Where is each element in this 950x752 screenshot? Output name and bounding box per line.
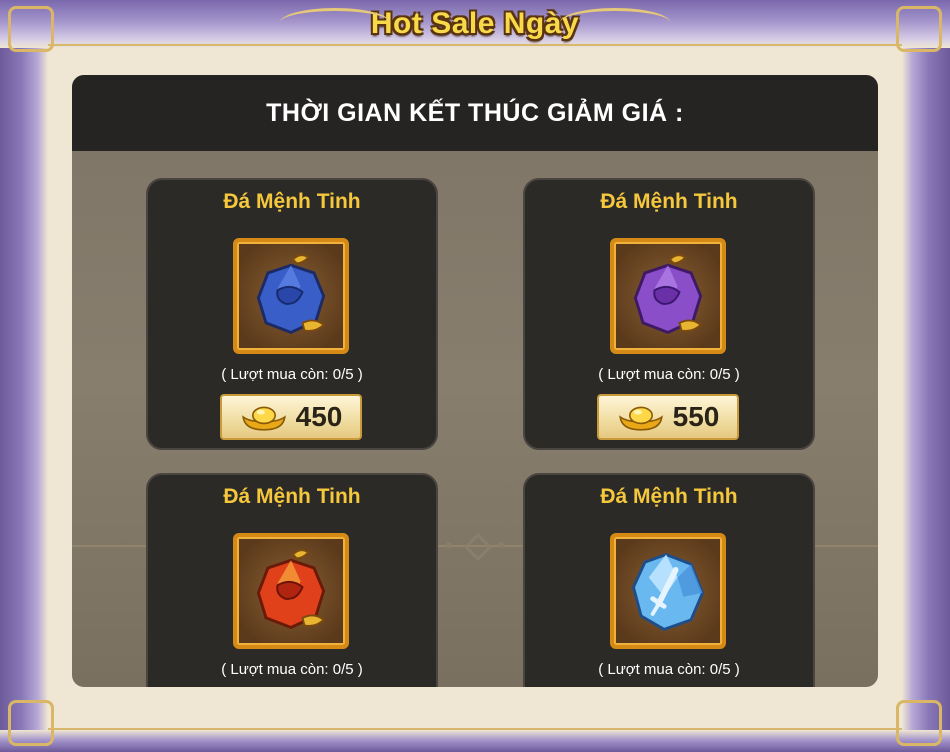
sale-item-card: Đá Mệnh Tinh ( Lượt mua còn: 0/5 ) bbox=[146, 473, 438, 687]
frame-gold-trim-bottom bbox=[48, 728, 902, 730]
title-ornament-right bbox=[560, 8, 670, 37]
purchase-limit-text: ( Lượt mua còn: 0/5 ) bbox=[221, 366, 363, 383]
item-name: Đá Mệnh Tinh bbox=[600, 190, 738, 213]
countdown-header: THỜI GIAN KẾT THÚC GIẢM GIÁ : bbox=[72, 75, 878, 151]
gold-ingot-icon bbox=[618, 406, 663, 431]
title-ornament-left bbox=[280, 8, 390, 37]
corner-ornament-top-right bbox=[896, 6, 942, 52]
item-icon-slot[interactable] bbox=[233, 533, 349, 649]
countdown-label: THỜI GIAN KẾT THÚC GIẢM GIÁ : bbox=[266, 98, 684, 127]
item-icon-slot[interactable] bbox=[233, 238, 349, 354]
item-icon-slot[interactable] bbox=[610, 238, 726, 354]
price-value: 450 bbox=[295, 401, 343, 432]
sale-item-card: Đá Mệnh Tinh ( Lượt mua còn: 0/5 ) 450 bbox=[146, 178, 438, 450]
title-bar: Hot Sale Ngày bbox=[280, 0, 670, 48]
buy-button[interactable]: 450 bbox=[220, 394, 362, 440]
purchase-limit-text: ( Lượt mua còn: 0/5 ) bbox=[221, 661, 363, 678]
blue-gem-pouch-icon bbox=[256, 254, 326, 335]
purchase-limit-text: ( Lượt mua còn: 0/5 ) bbox=[598, 661, 740, 678]
gold-ingot-icon bbox=[241, 406, 286, 431]
purchase-limit-text: ( Lượt mua còn: 0/5 ) bbox=[598, 366, 740, 383]
purple-gem-pouch-icon bbox=[633, 254, 703, 335]
divider-diamond-icon bbox=[463, 532, 493, 562]
item-name: Đá Mệnh Tinh bbox=[223, 190, 361, 213]
price-value: 550 bbox=[672, 401, 720, 432]
sale-item-card: Đá Mệnh Tinh ( Lượt mua còn: 0/5 ) 550 bbox=[523, 178, 815, 450]
sale-item-card: Đá Mệnh Tinh ( Lượt mua còn: 0/5 ) bbox=[523, 473, 815, 687]
item-icon-slot[interactable] bbox=[610, 533, 726, 649]
corner-ornament-top-left bbox=[8, 6, 54, 52]
item-name: Đá Mệnh Tinh bbox=[600, 485, 738, 508]
window-title: Hot Sale Ngày bbox=[370, 7, 580, 40]
corner-ornament-bottom-left bbox=[8, 700, 54, 746]
frame-bottom-border bbox=[0, 730, 950, 752]
ice-crystal-sword-icon bbox=[631, 552, 705, 631]
corner-ornament-bottom-right bbox=[896, 700, 942, 746]
buy-button[interactable]: 550 bbox=[597, 394, 739, 440]
red-gem-pouch-icon bbox=[256, 549, 326, 630]
divider-dot-left bbox=[446, 542, 452, 548]
sale-panel: THỜI GIAN KẾT THÚC GIẢM GIÁ : Đá Mệnh Ti… bbox=[72, 75, 878, 687]
item-name: Đá Mệnh Tinh bbox=[223, 485, 361, 508]
divider-dot-right bbox=[498, 542, 504, 548]
